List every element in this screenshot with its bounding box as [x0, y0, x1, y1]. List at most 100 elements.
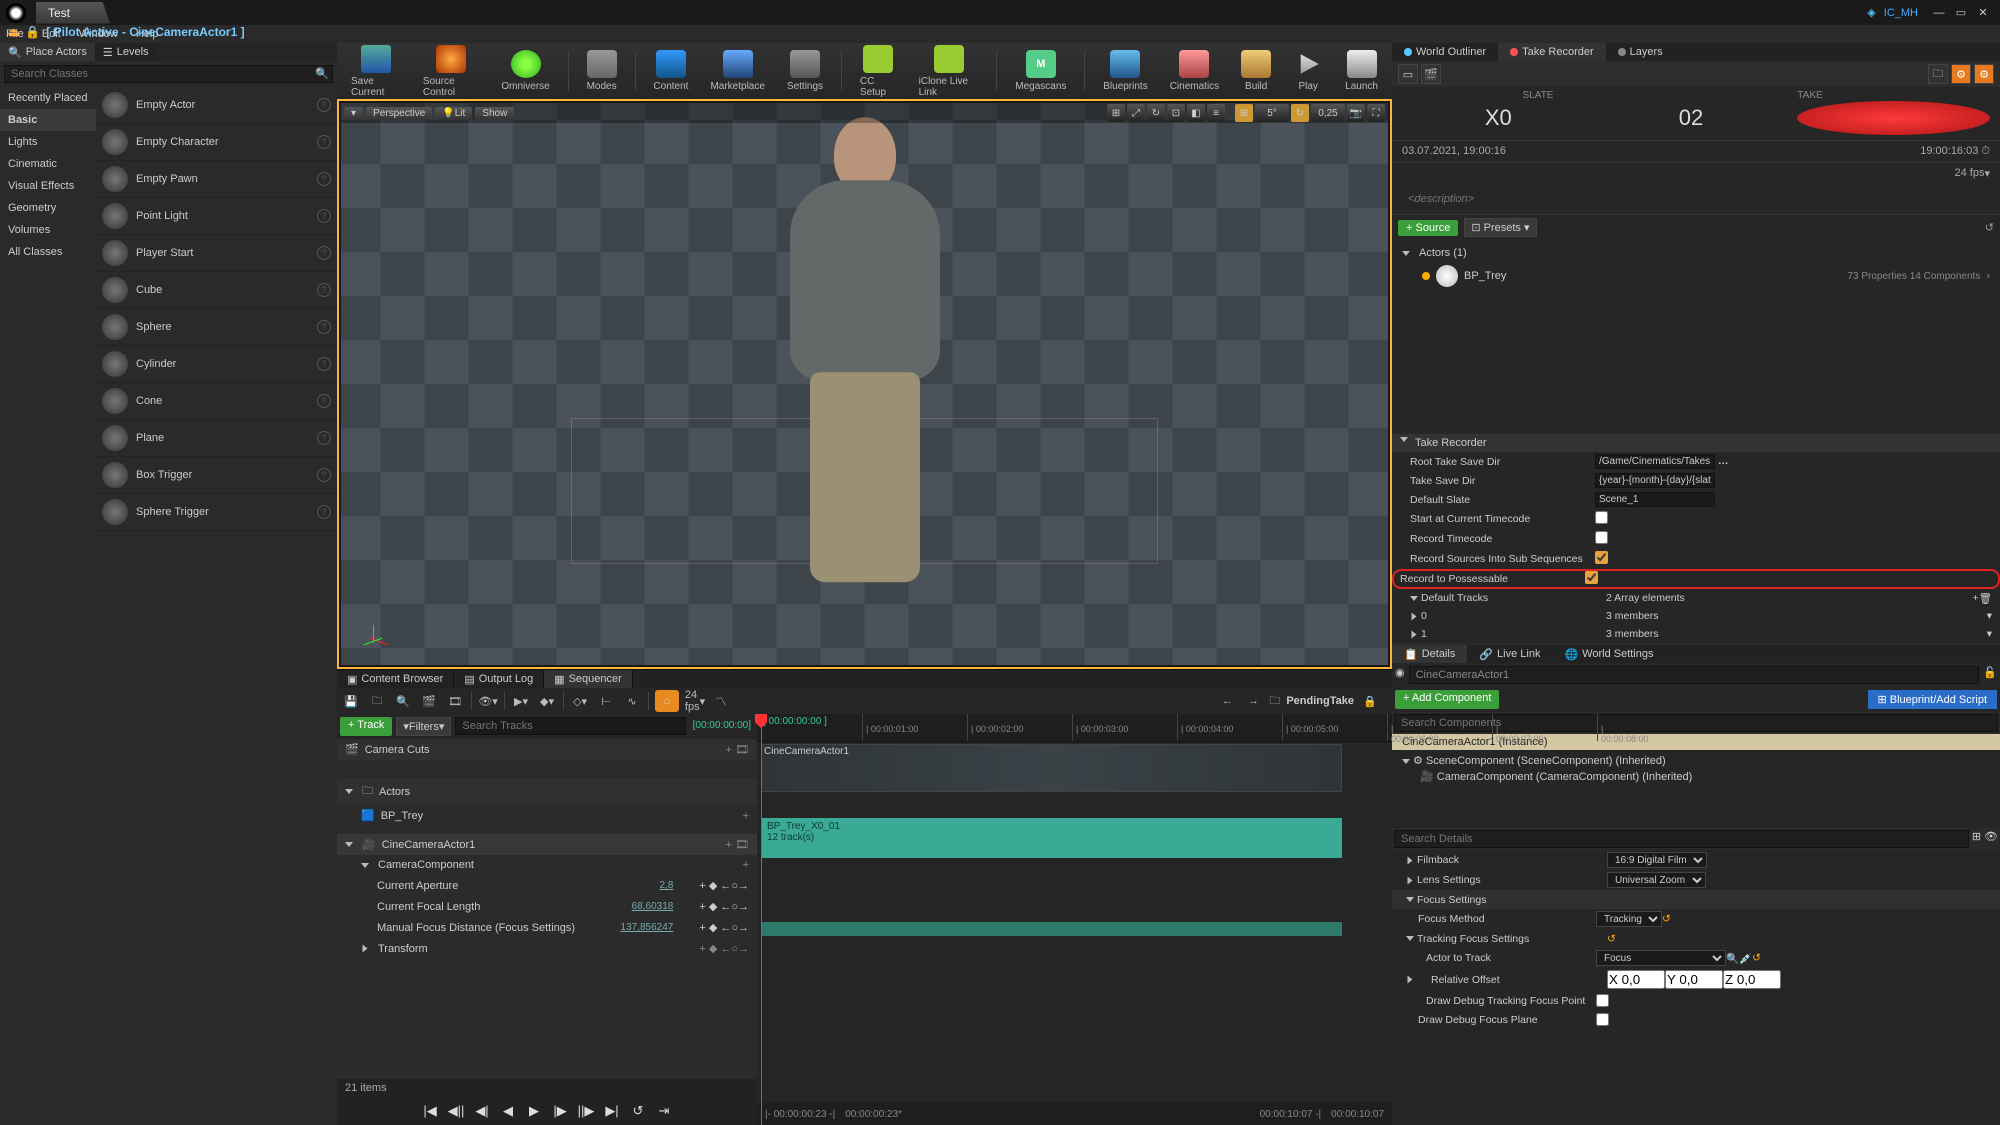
tb-settings[interactable]: Settings	[783, 48, 827, 94]
info-icon[interactable]: ?	[317, 394, 331, 408]
take-review-icon[interactable]: ▭	[1398, 64, 1418, 84]
step-back-icon[interactable]: ◀||	[446, 1101, 466, 1121]
take-clap-icon[interactable]: 🎬	[1421, 64, 1441, 84]
tab-content-browser[interactable]: ▣ Content Browser	[337, 670, 454, 688]
comp-camera[interactable]: 🎥 CameraComponent (CameraComponent) (Inh…	[1402, 769, 1990, 785]
play-icon[interactable]: ▶	[524, 1101, 544, 1121]
tab-place-actors[interactable]: 🔍 Place Actors	[0, 43, 95, 61]
viewport-canvas[interactable]	[341, 103, 1388, 665]
prop-actor-track[interactable]: Actor to TrackFocus 🔍 💉 ↺	[1392, 948, 2000, 968]
add-track-button[interactable]: + Track	[340, 717, 392, 736]
lock-icon[interactable]: 🔒	[25, 25, 40, 39]
revert-icon[interactable]: ↺	[1985, 221, 1994, 234]
ddtfp-check[interactable]	[1596, 994, 1609, 1007]
seq-marker-icon[interactable]: ⌂	[655, 690, 679, 712]
track-focal[interactable]: Current Focal Length68,60318+ ◆ ←○→	[337, 896, 757, 917]
section-tfs[interactable]: Tracking Focus Settings ↺	[1392, 929, 2000, 948]
seq-fps-dropdown[interactable]: 24 fps ▾	[685, 691, 705, 711]
track-camera-cuts[interactable]: 🎬 Camera Cuts+ 🎞	[337, 739, 757, 760]
search-classes-input[interactable]	[4, 65, 333, 83]
info-icon[interactable]: ?	[317, 209, 331, 223]
tab-world-outliner[interactable]: World Outliner	[1392, 43, 1498, 61]
actor-empty-pawn[interactable]: Empty Pawn?	[96, 161, 337, 198]
presets-dropdown[interactable]: ⊡ Presets ▾	[1464, 218, 1536, 237]
prop-dt1[interactable]: 13 members ▾	[1392, 625, 2000, 643]
eject-icon[interactable]: ⏏	[8, 25, 19, 39]
actor-box-trigger[interactable]: Box Trigger?	[96, 457, 337, 494]
seq-clap-icon[interactable]: 🎞	[445, 691, 465, 711]
tb-modes[interactable]: Modes	[583, 48, 621, 94]
section-take-recorder[interactable]: Take Recorder	[1392, 434, 2000, 452]
add-component-button[interactable]: + Add Component	[1395, 690, 1499, 709]
filmback-select[interactable]: 16:9 Digital Film	[1607, 852, 1707, 868]
section-focus[interactable]: Focus Settings	[1392, 890, 2000, 909]
actor-plane[interactable]: Plane?	[96, 420, 337, 457]
frame-back-icon[interactable]: ◀|	[472, 1101, 492, 1121]
transform-clip[interactable]	[761, 922, 1342, 936]
eye-icon[interactable]: 👁	[1984, 830, 1998, 848]
take-browse-icon[interactable]: 🗀	[1928, 64, 1948, 84]
maximize-button[interactable]: ▭	[1950, 5, 1972, 21]
tb-blueprints[interactable]: Blueprints	[1099, 48, 1151, 94]
category-lights[interactable]: Lights	[0, 131, 96, 153]
tb-marketplace[interactable]: Marketplace	[706, 48, 768, 94]
blueprint-button[interactable]: ⊞ Blueprint/Add Script	[1868, 690, 1998, 709]
matrix-icon[interactable]: ⊞	[1972, 830, 1981, 848]
tb-cinematics[interactable]: Cinematics	[1166, 48, 1223, 94]
tb-launch[interactable]: Launch	[1341, 48, 1382, 94]
tb-iclone-live-link[interactable]: iClone Live Link	[915, 43, 983, 100]
viewport-menu-icon[interactable]: ▾	[344, 107, 363, 120]
obj-picker-icon[interactable]: ◉	[1395, 666, 1405, 684]
rec-led-icon[interactable]	[1422, 272, 1430, 280]
frame-fwd-icon[interactable]: |▶	[550, 1101, 570, 1121]
track-bp-trey[interactable]: 🟦 BP_Trey+	[337, 805, 757, 826]
description-input[interactable]	[1402, 190, 1990, 208]
seq-lock-icon[interactable]: 🔒	[1360, 691, 1380, 711]
tb-cc-setup[interactable]: CC Setup	[856, 43, 901, 100]
actor-empty-actor[interactable]: Empty Actor?	[96, 87, 337, 124]
comp-scene[interactable]: ⚙ SceneComponent (SceneComponent) (Inher…	[1402, 753, 1990, 769]
track-camcomp[interactable]: CameraComponent+	[337, 855, 757, 875]
info-icon[interactable]: ?	[317, 172, 331, 186]
clear-icon[interactable]: 🗑	[1979, 592, 1992, 605]
category-recently-placed[interactable]: Recently Placed	[0, 87, 96, 109]
category-volumes[interactable]: Volumes	[0, 219, 96, 241]
range-icon[interactable]: ⇥	[654, 1101, 674, 1121]
prop-lens[interactable]: Lens SettingsUniversal Zoom	[1392, 870, 2000, 890]
search-components-input[interactable]	[1394, 714, 1998, 732]
actors-header[interactable]: Actors (1)	[1402, 244, 1990, 262]
tab-details[interactable]: 📋 Details	[1392, 645, 1467, 663]
take-fps[interactable]: 24 fps	[1955, 167, 1985, 180]
tab-layers[interactable]: Layers	[1606, 43, 1675, 61]
bp-trey-clip[interactable]: BP_Trey_X0_0112 track(s)	[761, 818, 1342, 858]
tab-output-log[interactable]: ▤ Output Log	[454, 670, 544, 688]
actor-sphere[interactable]: Sphere?	[96, 309, 337, 346]
prop-input[interactable]	[1595, 492, 1715, 507]
snap-angle[interactable]: 5°	[1255, 104, 1289, 122]
project-tab[interactable]: Test	[36, 2, 110, 24]
info-icon[interactable]: ?	[317, 505, 331, 519]
add-source-button[interactable]: + Source	[1398, 220, 1458, 236]
tb-source-control[interactable]: Source Control	[419, 43, 483, 100]
actor-sphere-trigger[interactable]: Sphere Trigger?	[96, 494, 337, 531]
category-visual-effects[interactable]: Visual Effects	[0, 175, 96, 197]
tb-save-current[interactable]: Save Current	[347, 43, 405, 100]
focus-method-select[interactable]: Tracking	[1596, 911, 1662, 927]
prop-checkbox[interactable]	[1595, 511, 1608, 524]
tb-megascans[interactable]: MMegascans	[1011, 48, 1070, 94]
prop-relative-offset[interactable]: Relative Offset	[1392, 968, 2000, 991]
slate-value[interactable]: X0	[1402, 105, 1595, 131]
prop-input[interactable]	[1595, 454, 1715, 469]
actor-cylinder[interactable]: Cylinder?	[96, 346, 337, 383]
snap-scale[interactable]: 0,25	[1311, 104, 1345, 122]
actor-player-start[interactable]: Player Start?	[96, 235, 337, 272]
prop-focus-method[interactable]: Focus MethodTracking ↺	[1392, 909, 2000, 929]
close-button[interactable]: ✕	[1972, 5, 1994, 21]
seq-snap-icon[interactable]: ⊢	[596, 691, 616, 711]
minimize-button[interactable]: —	[1928, 5, 1950, 21]
track-actors-folder[interactable]: 🗀 Actors	[337, 778, 757, 805]
seq-curve-icon[interactable]: ∿	[622, 691, 642, 711]
seq-save-icon[interactable]: 💾	[341, 691, 361, 711]
snap-rot-button[interactable]: ↻	[1291, 104, 1309, 122]
info-icon[interactable]: ?	[317, 283, 331, 297]
